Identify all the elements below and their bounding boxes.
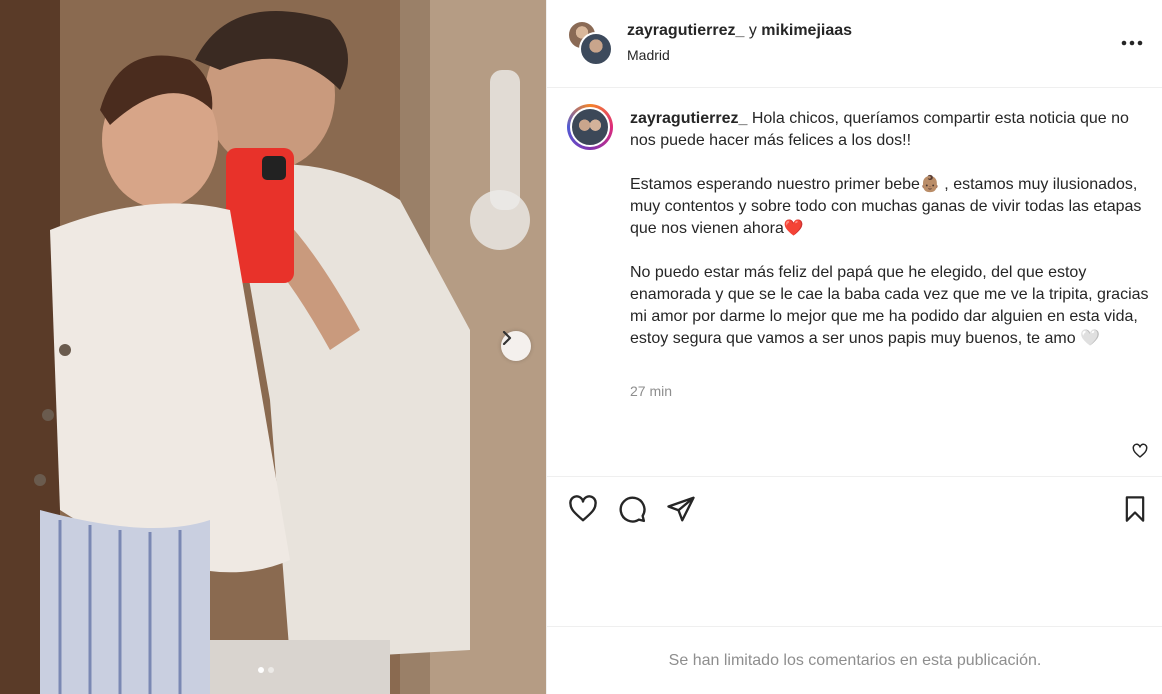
like-button[interactable]	[567, 493, 599, 525]
carousel-dot-2	[268, 667, 274, 673]
chevron-right-icon	[502, 331, 512, 345]
collab-avatars[interactable]	[567, 20, 613, 66]
location-link[interactable]: Madrid	[627, 47, 670, 63]
like-caption-button[interactable]	[1132, 443, 1148, 459]
comments-limited-notice: Se han limitado los comentarios en esta …	[668, 652, 1042, 669]
joiner-text: y	[748, 22, 757, 39]
carousel-indicator	[258, 667, 274, 673]
header-usernames: zayragutierrez_ y mikimejiaas	[627, 22, 852, 40]
post-timestamp[interactable]: 27 min	[630, 383, 672, 399]
carousel-dot-1	[258, 667, 264, 673]
comment-button[interactable]	[616, 493, 648, 525]
save-button[interactable]	[1119, 493, 1151, 525]
caption-paragraph-3: No puedo estar más feliz del papá que he…	[630, 264, 1149, 347]
post-actions	[547, 476, 1162, 542]
more-options-button[interactable]	[1117, 33, 1147, 53]
carousel-next-button[interactable]	[501, 331, 531, 361]
comment-icon	[619, 496, 646, 523]
post-detail-panel: zayragutierrez_ y mikimejiaas Madrid zay…	[546, 0, 1162, 694]
post-photo[interactable]	[0, 0, 546, 694]
send-icon	[667, 496, 695, 522]
caption-text: zayragutierrez_ Hola chicos, queríamos c…	[630, 108, 1150, 372]
caption-avatar[interactable]	[567, 104, 613, 150]
heart-icon	[1132, 443, 1148, 458]
more-horizontal-icon	[1121, 40, 1143, 46]
photo-illustration	[0, 0, 546, 694]
heart-icon	[569, 495, 597, 522]
avatar	[579, 32, 613, 66]
username-link[interactable]: zayragutierrez_	[627, 22, 744, 39]
caption-paragraph-2: Estamos esperando nuestro primer bebe👶🏽 …	[630, 176, 1142, 237]
bookmark-icon	[1125, 496, 1145, 522]
username-link[interactable]: mikimejiaas	[761, 22, 852, 39]
post-header: zayragutierrez_ y mikimejiaas Madrid	[547, 0, 1162, 88]
caption-username[interactable]: zayragutierrez_	[630, 110, 747, 127]
comments-footer: Se han limitado los comentarios en esta …	[547, 626, 1162, 694]
share-button[interactable]	[665, 493, 697, 525]
